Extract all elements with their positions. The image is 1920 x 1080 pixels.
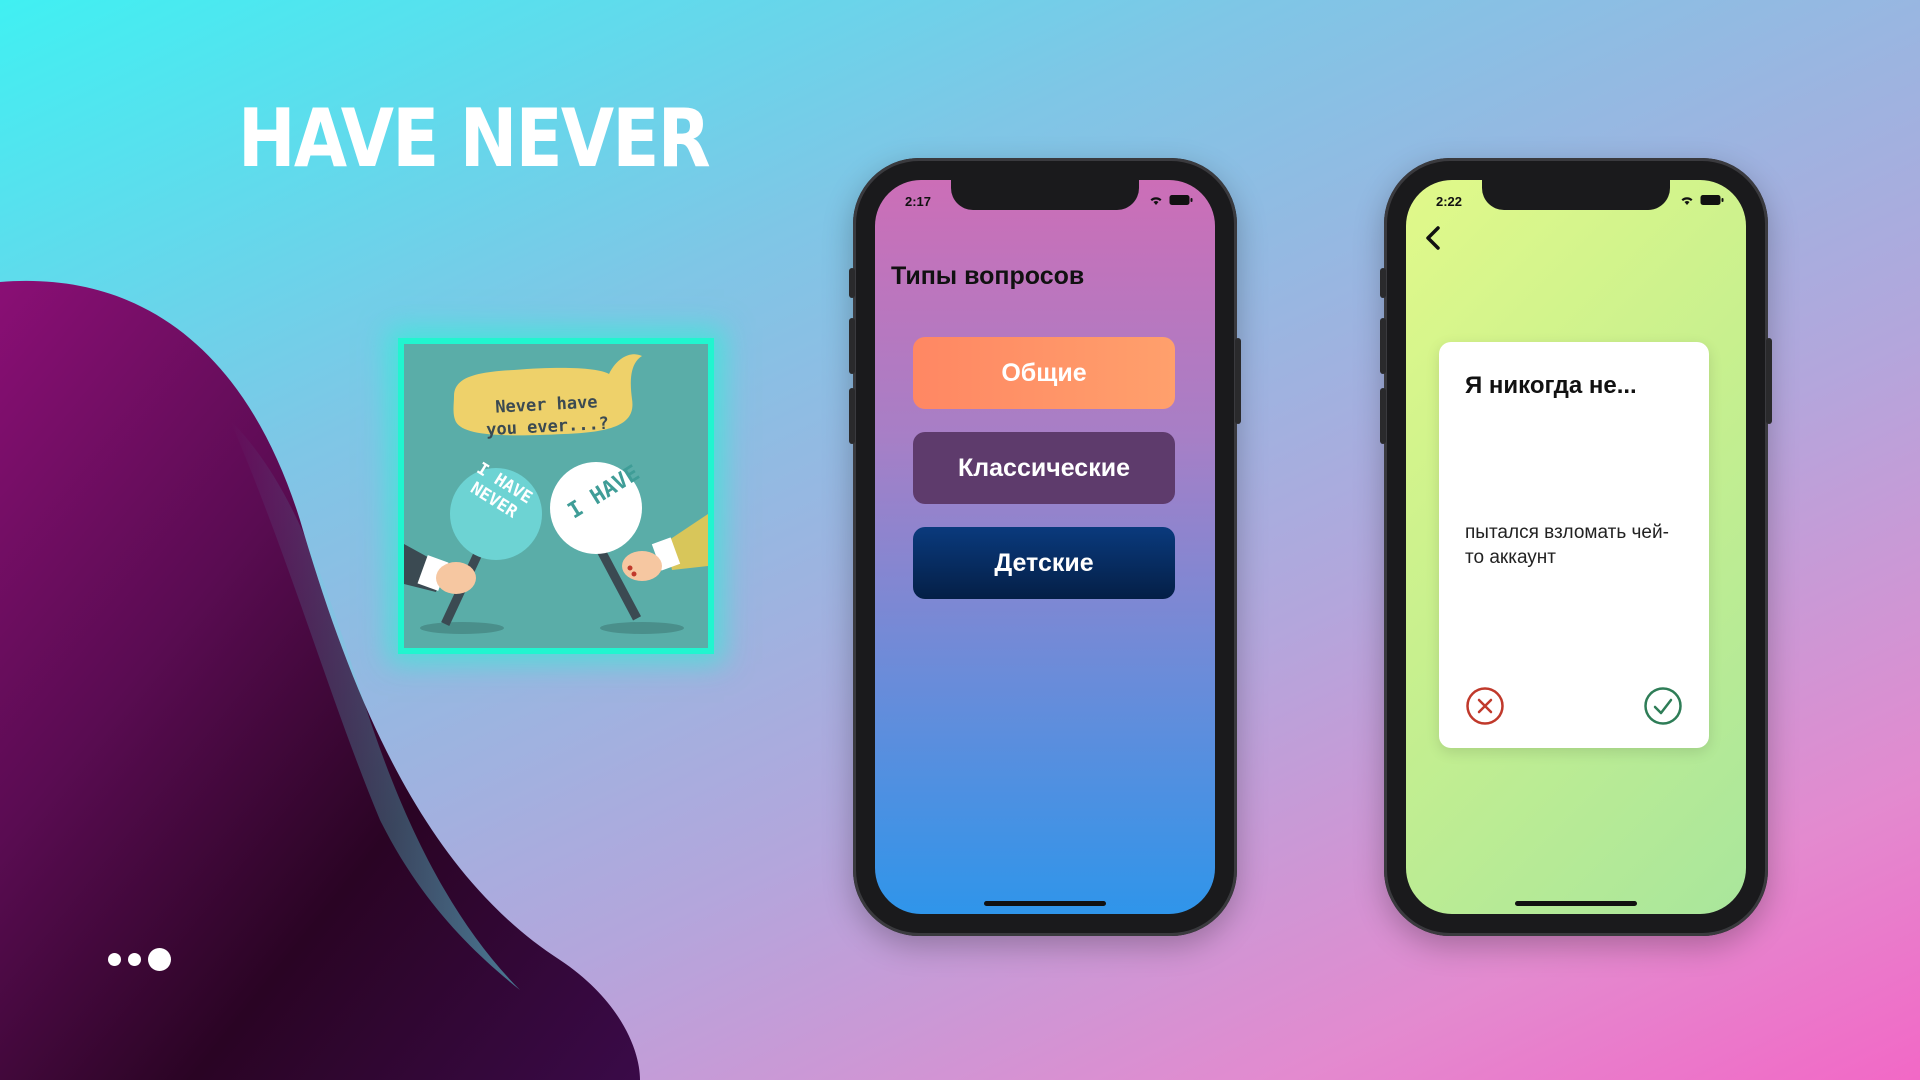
back-chevron-icon[interactable] [1420, 224, 1448, 252]
category-general-button[interactable]: Общие [913, 337, 1175, 409]
status-icons [1679, 194, 1724, 206]
category-classic-button[interactable]: Классические [913, 432, 1175, 504]
card-question: пытался взломать чей-то аккаунт [1465, 522, 1669, 568]
phone-button [1235, 338, 1241, 424]
phone-notch [951, 180, 1139, 210]
pagination-dot[interactable] [108, 953, 121, 966]
wifi-icon [1150, 197, 1162, 205]
phone-button [849, 388, 855, 444]
home-indicator[interactable] [1515, 901, 1637, 906]
phone-categories: 2:17 Типы вопросов Общие Классические Де… [849, 158, 1241, 936]
phone-button [1380, 388, 1386, 444]
phone-button [1380, 268, 1386, 298]
app-icon: Never have you ever...? I HAVE NEVER I H… [398, 338, 714, 654]
accept-check-icon[interactable] [1643, 686, 1683, 726]
phone-button [1766, 338, 1772, 424]
pagination-dots[interactable] [108, 948, 171, 971]
category-kids-button[interactable]: Детские [913, 527, 1175, 599]
bubble-text: Never have you ever...? [471, 390, 623, 442]
phone-button [849, 318, 855, 374]
card-title: Я никогда не... [1465, 372, 1637, 399]
phone-question: 2:22 Я никогда не... пытался взломать че… [1380, 158, 1772, 936]
phone-screen: 2:22 Я никогда не... пытался взломать че… [1406, 180, 1746, 914]
pagination-dot-active[interactable] [148, 948, 171, 971]
question-card[interactable]: Я никогда не... пытался взломать чей-то … [1439, 342, 1709, 748]
status-time: 2:17 [905, 194, 932, 209]
reject-x-icon[interactable] [1465, 686, 1505, 726]
phone-screen: 2:17 Типы вопросов Общие Классические Де… [875, 180, 1215, 914]
battery-icon [1169, 195, 1193, 205]
home-indicator[interactable] [984, 901, 1106, 906]
phone-button [1380, 318, 1386, 374]
wifi-icon [1681, 197, 1693, 205]
phone-button [849, 268, 855, 298]
screen-title: Типы вопросов [891, 262, 1085, 290]
pagination-dot[interactable] [128, 953, 141, 966]
status-time: 2:22 [1436, 194, 1463, 209]
status-icons [1148, 194, 1193, 206]
app-icon-illustration [404, 354, 708, 634]
headline: HAVE NEVER [238, 92, 711, 185]
phone-notch [1482, 180, 1670, 210]
battery-icon [1700, 195, 1724, 205]
